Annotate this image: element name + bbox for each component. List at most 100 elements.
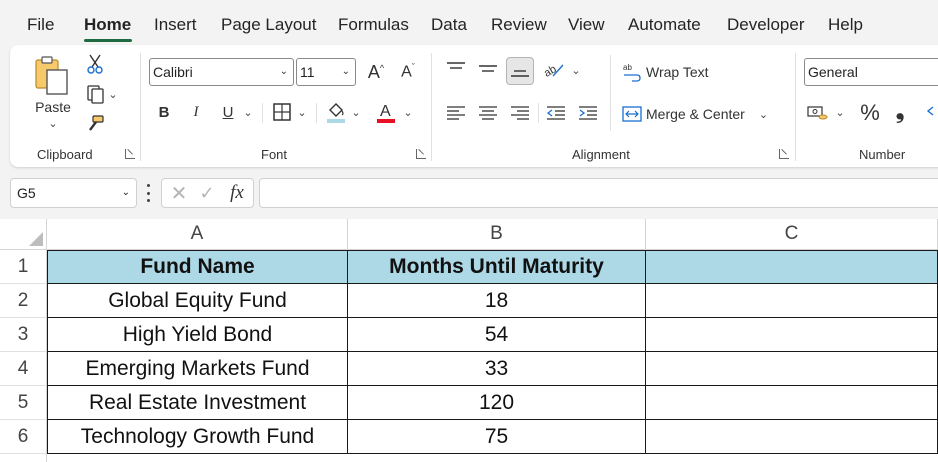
cell-b2[interactable]: 18 (348, 284, 646, 318)
number-format-select[interactable]: General (804, 58, 938, 86)
copy-chevron-down-icon: ⌄ (108, 88, 118, 101)
paste-chevron-down-icon[interactable]: ⌄ (44, 116, 62, 130)
align-right-button[interactable] (508, 101, 532, 125)
cancel-icon[interactable]: ✕ (169, 182, 189, 205)
column-header-a[interactable]: A (47, 219, 348, 250)
bottom-align-button[interactable] (506, 57, 534, 85)
copy-icon (87, 85, 105, 104)
cell-b4[interactable]: 33 (348, 352, 646, 386)
row-header-1[interactable]: 1 (0, 250, 47, 284)
fill-color-button[interactable] (324, 99, 348, 125)
tab-data[interactable]: Data (431, 15, 467, 35)
align-bottom-icon (511, 70, 529, 77)
underline-chevron-down-icon[interactable]: ⌄ (242, 103, 254, 121)
row-header-7[interactable] (0, 454, 47, 462)
row-header-4[interactable]: 4 (0, 352, 47, 386)
tab-view[interactable]: View (568, 15, 605, 35)
row-header-3[interactable]: 3 (0, 318, 47, 352)
align-center-button[interactable] (476, 101, 500, 125)
paste-button[interactable] (32, 53, 72, 99)
tab-automate[interactable]: Automate (628, 15, 701, 35)
accounting-format-button[interactable] (806, 101, 830, 125)
copy-button[interactable]: ⌄ (82, 83, 122, 105)
cell-b3[interactable]: 54 (348, 318, 646, 352)
row-header-6[interactable]: 6 (0, 420, 47, 454)
enter-check-icon[interactable]: ✓ (197, 182, 217, 204)
increase-font-size-button[interactable]: A^ (364, 59, 388, 85)
borders-chevron-down-icon[interactable]: ⌄ (296, 103, 308, 121)
align-left-button[interactable] (444, 101, 468, 125)
tab-formulas[interactable]: Formulas (338, 15, 409, 35)
top-align-button[interactable] (444, 57, 468, 81)
name-box[interactable]: G5 ⌄ (10, 178, 137, 208)
italic-button[interactable]: I (186, 101, 206, 123)
select-all-button[interactable] (0, 219, 47, 250)
insert-function-button[interactable]: fx (225, 181, 249, 205)
cell-c1[interactable] (646, 250, 938, 284)
orientation-chevron-down-icon[interactable]: ⌄ (570, 61, 582, 79)
decrease-indent-button[interactable] (544, 101, 568, 125)
increase-decimal-button[interactable] (922, 101, 938, 125)
fill-color-chevron-down-icon[interactable]: ⌄ (350, 103, 362, 121)
row-header-5[interactable]: 5 (0, 386, 47, 420)
wrap-text-button[interactable]: ab Wrap Text (622, 59, 732, 85)
tab-insert[interactable]: Insert (154, 15, 197, 35)
tab-file[interactable]: File (27, 15, 54, 35)
wrap-text-label: Wrap Text (646, 64, 709, 80)
format-painter-button[interactable] (84, 113, 106, 135)
cell-c2[interactable] (646, 284, 938, 318)
underline-button[interactable]: U (218, 101, 238, 123)
cell-c6[interactable] (646, 420, 938, 454)
cell-a3[interactable]: High Yield Bond (47, 318, 348, 352)
number-group-label: Number (859, 147, 906, 162)
cell-a1[interactable]: Fund Name (47, 250, 348, 284)
borders-button[interactable] (270, 101, 294, 123)
orientation-button[interactable]: ab (542, 57, 566, 81)
font-size-select[interactable]: 11 ⌄ (296, 58, 356, 86)
tab-developer[interactable]: Developer (727, 15, 805, 35)
cell-c3[interactable] (646, 318, 938, 352)
formula-input[interactable] (259, 178, 938, 208)
paintbrush-icon (89, 115, 104, 131)
clipboard-dialog-launcher-icon[interactable] (125, 149, 135, 159)
increase-indent-button[interactable] (576, 101, 600, 125)
bold-button[interactable]: B (154, 101, 174, 123)
divider (262, 103, 263, 123)
decrease-font-size-button[interactable]: Aˇ (396, 59, 420, 85)
tab-home[interactable]: Home (84, 15, 131, 35)
cell-a6[interactable]: Technology Growth Fund (47, 420, 348, 454)
alignment-dialog-launcher-icon[interactable] (779, 149, 789, 159)
merge-center-button[interactable]: Merge & Center ⌄ (622, 101, 782, 127)
tab-help[interactable]: Help (828, 15, 863, 35)
ribbon-tabs: File Home Insert Page Layout Formulas Da… (0, 0, 938, 44)
cut-button[interactable] (84, 53, 106, 75)
middle-align-button[interactable] (476, 57, 500, 81)
column-header-c[interactable]: C (646, 219, 938, 250)
font-dialog-launcher-icon[interactable] (416, 149, 426, 159)
column-header-b[interactable]: B (348, 219, 646, 250)
cell-a4[interactable]: Emerging Markets Fund (47, 352, 348, 386)
decrease-font-icon: Aˇ (401, 62, 415, 81)
cell-b6[interactable]: 75 (348, 420, 646, 454)
svg-text:A: A (380, 103, 391, 120)
merge-center-icon (622, 106, 642, 122)
cell-a5[interactable]: Real Estate Investment (47, 386, 348, 420)
accounting-chevron-down-icon[interactable]: ⌄ (834, 103, 846, 121)
tab-review[interactable]: Review (491, 15, 547, 35)
cell-c5[interactable] (646, 386, 938, 420)
paste-icon (35, 56, 68, 95)
cell-b5[interactable]: 120 (348, 386, 646, 420)
font-color-chevron-down-icon[interactable]: ⌄ (402, 103, 414, 121)
row-header-2[interactable]: 2 (0, 284, 47, 318)
paste-label[interactable]: Paste (32, 97, 74, 117)
comma-style-button[interactable]: ❟ (892, 97, 908, 125)
cell-b1[interactable]: Months Until Maturity (348, 250, 646, 284)
formula-bar-resize-handle[interactable] (146, 184, 150, 202)
font-name-select[interactable]: Calibri ⌄ (149, 58, 294, 86)
cell-c4[interactable] (646, 352, 938, 386)
font-color-button[interactable]: A (374, 99, 398, 125)
cell-a2[interactable]: Global Equity Fund (47, 284, 348, 318)
percent-style-button[interactable]: % (858, 99, 882, 127)
tab-page-layout[interactable]: Page Layout (221, 15, 316, 35)
ribbon: Paste ⌄ ⌄ Clipboard Calibri ⌄ 11 ⌄ A^ Aˇ… (10, 45, 938, 167)
